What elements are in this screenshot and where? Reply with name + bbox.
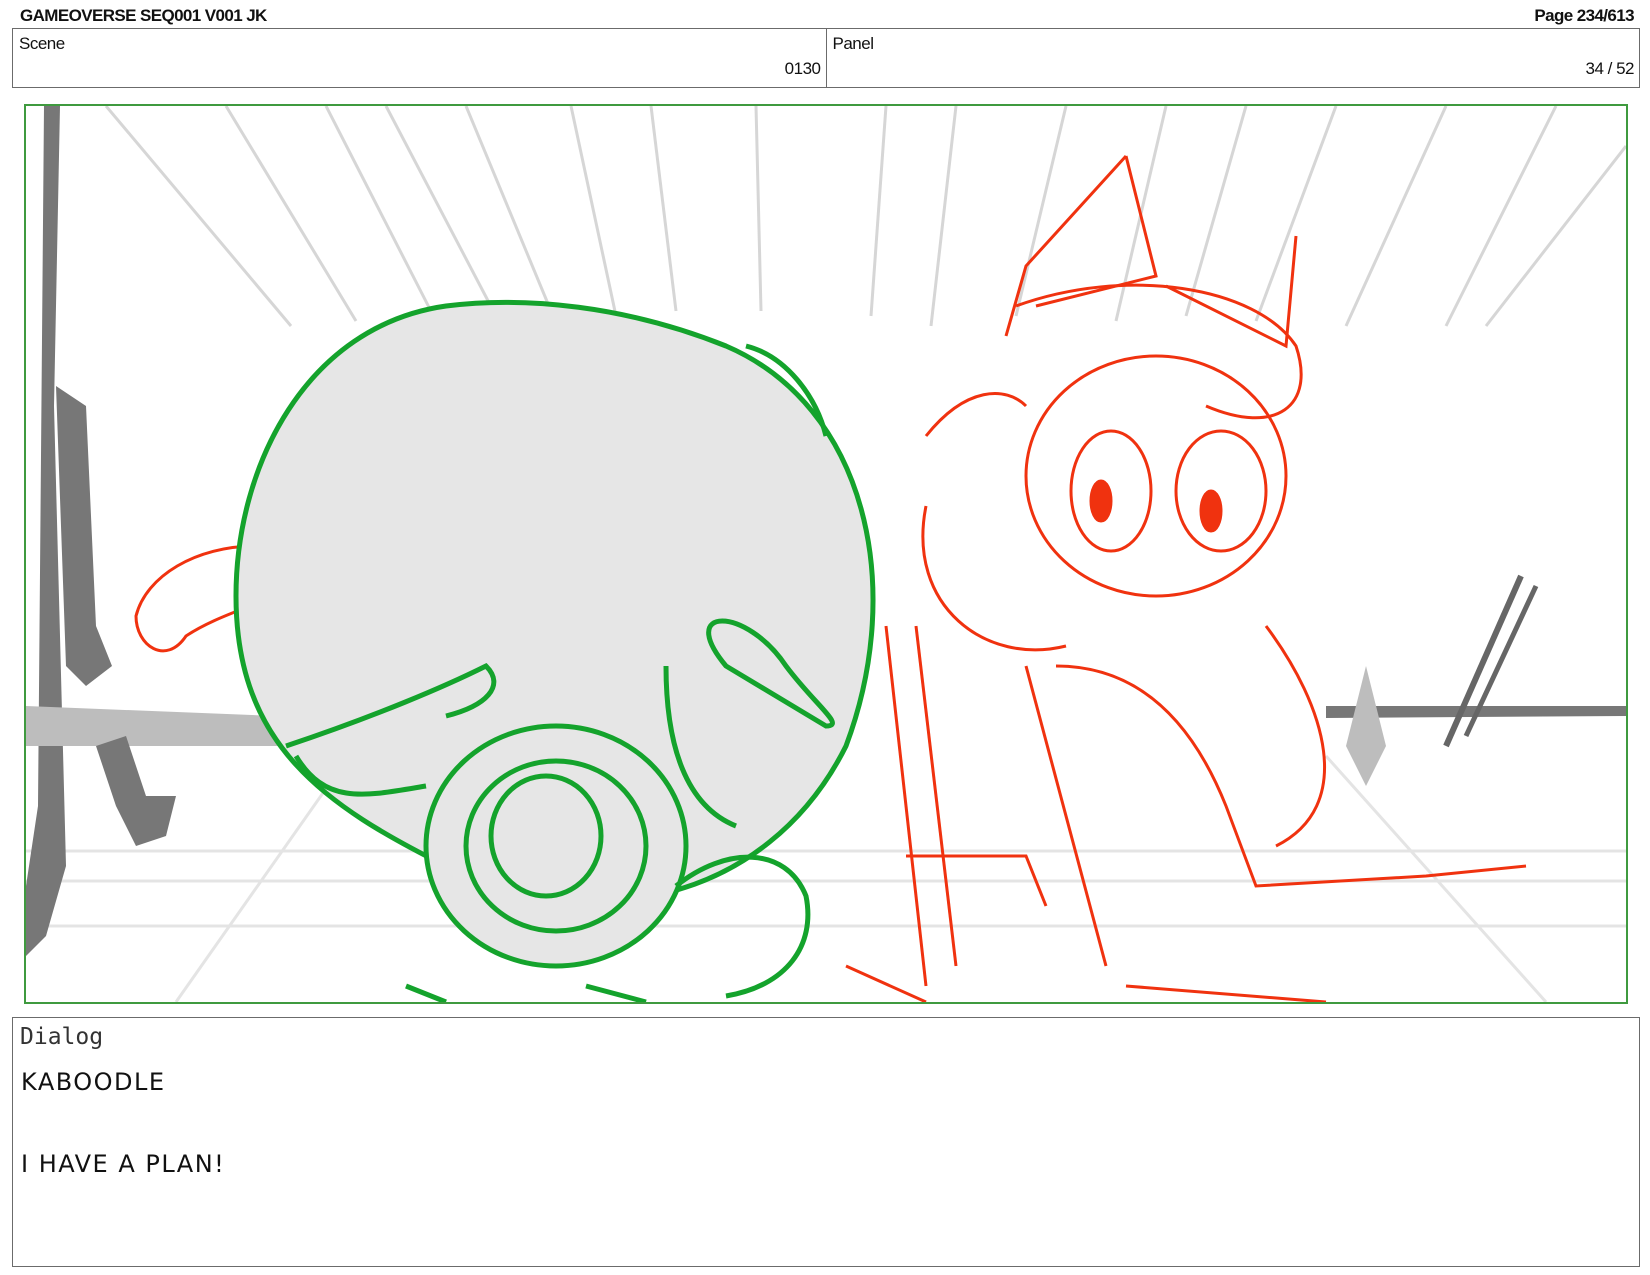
panel-label: Panel xyxy=(832,34,874,53)
panel-cell: Panel 34 / 52 xyxy=(825,29,1640,87)
scene-cell: Scene 0130 xyxy=(13,29,826,87)
dialog-text: I HAVE A PLAN! xyxy=(21,1150,226,1178)
storyboard-panel-frame xyxy=(24,104,1628,1004)
dialog-label: Dialog xyxy=(20,1024,104,1050)
panel-number: 34 / 52 xyxy=(1585,59,1635,78)
green-character-sketch xyxy=(233,299,876,1002)
dialog-speaker: KABOODLE xyxy=(21,1068,166,1096)
storyboard-sketch xyxy=(26,106,1626,1002)
scene-label: Scene xyxy=(19,34,65,53)
document-title: GAMEOVERSE SEQ001 V001 JK xyxy=(20,6,267,25)
page-number: Page 234/613 xyxy=(1534,6,1634,25)
scene-panel-info: Scene 0130 Panel 34 / 52 xyxy=(12,28,1640,88)
dialog-box: Dialog KABOODLE I HAVE A PLAN! xyxy=(12,1017,1640,1267)
scene-number: 0130 xyxy=(784,59,821,78)
